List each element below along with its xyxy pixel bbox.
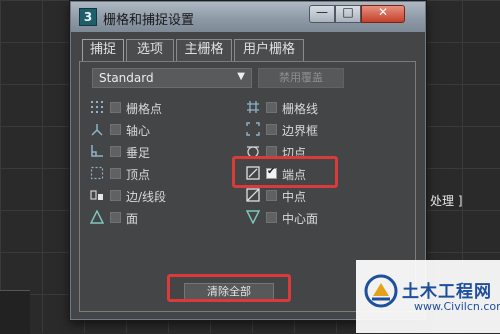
grid-lines-icon bbox=[247, 101, 259, 113]
midpoint-label: 中点 bbox=[282, 190, 307, 204]
edge-segment-label: 边/线段 bbox=[126, 190, 167, 204]
tab-options[interactable]: 选项 bbox=[126, 39, 174, 61]
civilcn-logo-icon bbox=[364, 274, 398, 308]
grid-lines-label: 栅格线 bbox=[282, 102, 319, 116]
midpoint-checkbox[interactable] bbox=[266, 190, 277, 201]
midpoint-icon bbox=[246, 188, 260, 202]
disable-override-button[interactable]: 禁用覆盖 bbox=[258, 68, 344, 88]
viewport-label: 处理 ] bbox=[430, 194, 463, 208]
endpoint-highlight bbox=[232, 156, 338, 188]
grid-points-checkbox[interactable] bbox=[110, 102, 121, 113]
perpendicular-icon bbox=[91, 145, 103, 157]
bounding-box-checkbox[interactable] bbox=[266, 124, 277, 135]
perpendicular-label: 垂足 bbox=[126, 146, 151, 160]
center-face-label: 中心面 bbox=[282, 212, 319, 226]
dropdown-value: Standard bbox=[99, 71, 154, 85]
grid-points-icon bbox=[91, 101, 103, 113]
minimize-icon: — bbox=[316, 5, 328, 19]
perpendicular-checkbox[interactable] bbox=[110, 146, 121, 157]
close-icon: ✕ bbox=[377, 5, 389, 19]
tab-snaps[interactable]: 捕捉 bbox=[82, 39, 124, 62]
pivot-checkbox[interactable] bbox=[110, 124, 121, 135]
close-button[interactable]: ✕ bbox=[361, 5, 405, 23]
vertex-label: 顶点 bbox=[126, 168, 151, 182]
grid-points-label: 栅格点 bbox=[126, 102, 163, 116]
watermark: 土木工程网 www.Civilcn.com bbox=[356, 260, 500, 333]
center-face-checkbox[interactable] bbox=[266, 212, 277, 223]
minimize-button[interactable]: — bbox=[309, 5, 335, 23]
watermark-url: www.Civilcn.com bbox=[414, 300, 500, 313]
center-face-icon bbox=[246, 210, 260, 224]
viewport-corner-panel bbox=[0, 290, 30, 334]
maximize-button[interactable]: □ bbox=[335, 5, 361, 23]
bounding-box-label: 边界框 bbox=[282, 124, 319, 138]
vertex-icon bbox=[90, 166, 104, 180]
face-checkbox[interactable] bbox=[110, 212, 121, 223]
edge-segment-checkbox[interactable] bbox=[110, 190, 121, 201]
clear-all-highlight bbox=[167, 274, 291, 302]
vertex-checkbox[interactable] bbox=[110, 168, 121, 179]
app-icon: 3 bbox=[79, 8, 97, 26]
snap-type-dropdown[interactable]: Standard ▼ bbox=[92, 68, 252, 88]
watermark-title: 土木工程网 bbox=[402, 282, 492, 302]
maximize-icon: □ bbox=[342, 5, 354, 19]
dropdown-arrow-icon: ▼ bbox=[237, 71, 245, 82]
window-title: 栅格和捕捉设置 bbox=[103, 13, 195, 28]
bounding-box-icon bbox=[246, 122, 260, 136]
face-icon bbox=[90, 210, 104, 224]
edge-segment-icon bbox=[90, 190, 103, 200]
pivot-icon bbox=[91, 124, 103, 136]
grid-lines-checkbox[interactable] bbox=[266, 102, 277, 113]
pivot-label: 轴心 bbox=[126, 124, 151, 138]
tab-user-grids[interactable]: 用户栅格 bbox=[234, 39, 304, 61]
tab-home-grid[interactable]: 主栅格 bbox=[176, 39, 232, 61]
title-bar[interactable]: 3 栅格和捕捉设置 — □ ✕ bbox=[71, 2, 425, 32]
face-label: 面 bbox=[126, 212, 139, 226]
